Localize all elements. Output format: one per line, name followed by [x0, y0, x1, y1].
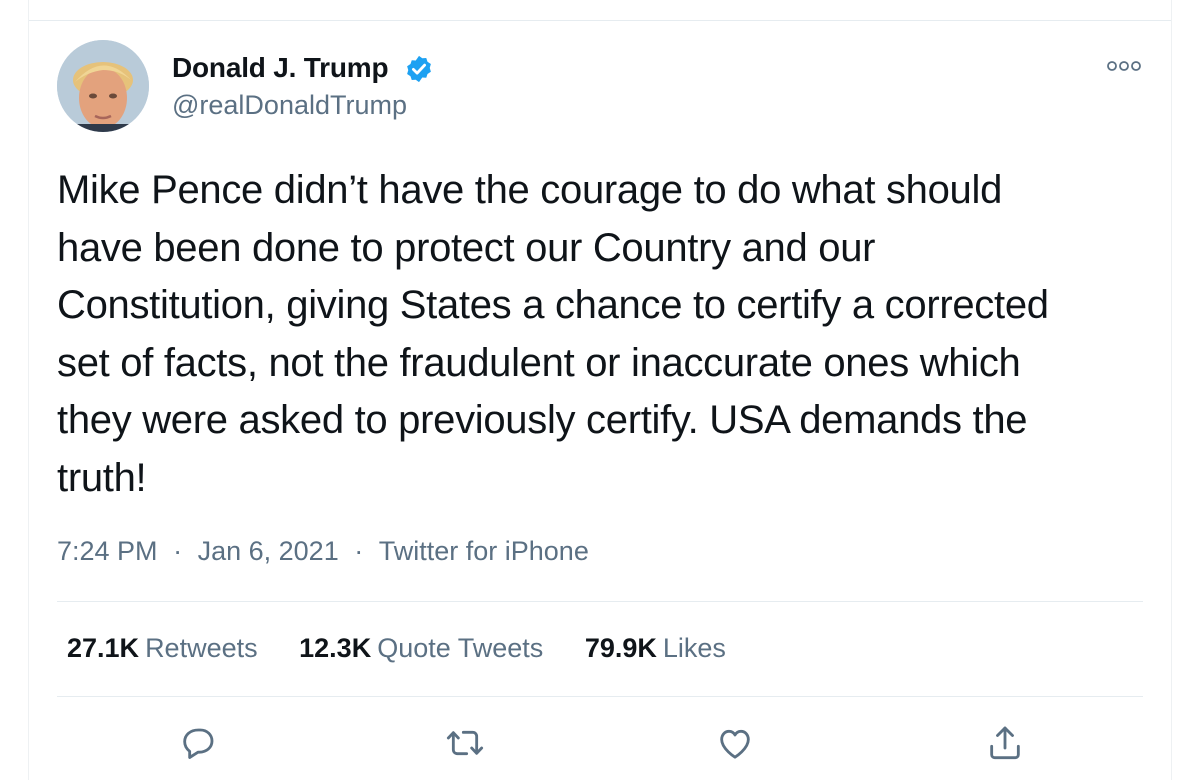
card-border-right	[1171, 0, 1172, 780]
like-icon	[720, 729, 750, 759]
tweet-time[interactable]: 7:24 PM	[57, 536, 158, 567]
user-handle[interactable]: @realDonaldTrump	[172, 90, 407, 121]
top-divider	[28, 20, 1172, 21]
meta-separator: ·	[354, 536, 364, 566]
tweet-meta: 7:24 PM · Jan 6, 2021 · Twitter for iPho…	[57, 536, 589, 567]
engagement-stats: 27.1K Retweets 12.3K Quote Tweets 79.9K Lik…	[67, 633, 760, 664]
tweet-date[interactable]: Jan 6, 2021	[198, 536, 339, 567]
stat-retweets[interactable]: 27.1K Retweets	[67, 633, 258, 664]
share-icon	[990, 726, 1020, 760]
stat-label: Retweets	[145, 633, 258, 663]
stat-label: Quote Tweets	[377, 633, 544, 663]
profile-photo-icon	[57, 40, 149, 132]
avatar[interactable]	[57, 40, 149, 132]
stat-value: 79.9K	[584, 633, 657, 663]
display-name[interactable]: Donald J. Trump	[172, 52, 389, 84]
verified-badge-icon	[407, 55, 431, 83]
tweet-card: Donald J. Trump @realDonaldTrump Mike Pe…	[0, 0, 1200, 780]
like-button[interactable]	[715, 723, 755, 763]
tweet-text: Mike Pence didn’t have the courage to do…	[57, 168, 1049, 500]
reply-icon	[183, 728, 214, 759]
retweet-icon	[446, 730, 484, 756]
reply-button[interactable]	[178, 723, 218, 763]
stat-likes[interactable]: 79.9K Likes	[585, 633, 726, 664]
tweet-source[interactable]: Twitter for iPhone	[379, 536, 589, 567]
share-button[interactable]	[985, 723, 1025, 763]
stat-quote-tweets[interactable]: 12.3K Quote Tweets	[299, 633, 543, 664]
actions-top-divider	[57, 696, 1143, 697]
meta-separator: ·	[173, 536, 183, 566]
stat-label: Likes	[662, 633, 726, 663]
retweet-button[interactable]	[445, 723, 485, 763]
stat-value: 12.3K	[299, 633, 372, 663]
card-border-left	[28, 0, 29, 780]
stat-value: 27.1K	[67, 633, 140, 663]
more-options-icon[interactable]	[1106, 58, 1142, 74]
stats-top-divider	[57, 601, 1143, 602]
